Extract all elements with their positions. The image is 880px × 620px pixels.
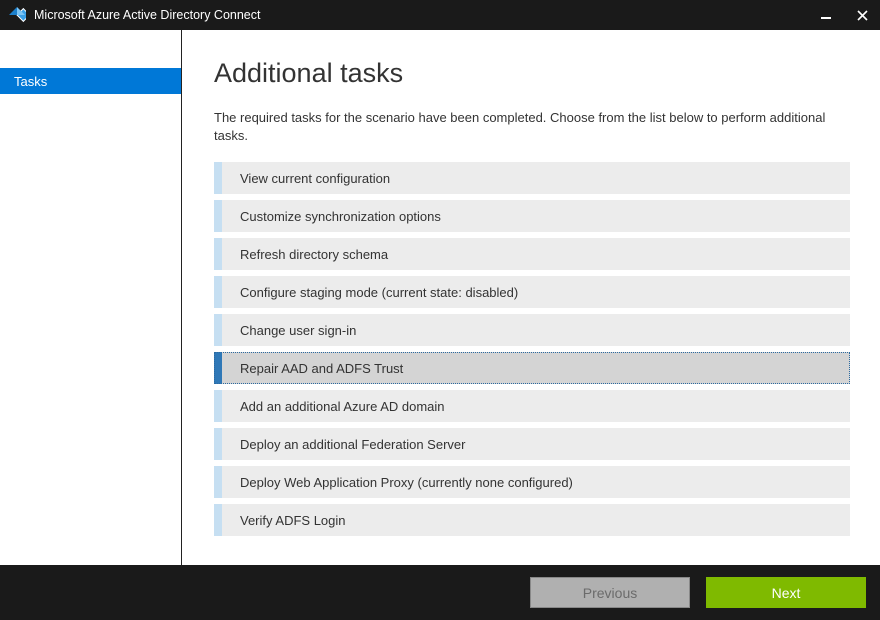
- task-list: View current configuration Customize sync…: [214, 162, 850, 536]
- task-stripe: [214, 466, 222, 498]
- titlebar: Microsoft Azure Active Directory Connect: [0, 0, 880, 30]
- task-label: Add an additional Azure AD domain: [240, 399, 445, 414]
- task-item[interactable]: Deploy an additional Federation Server: [214, 428, 850, 460]
- app-icon: [2, 0, 32, 30]
- next-button[interactable]: Next: [706, 577, 866, 608]
- close-button[interactable]: [844, 0, 880, 30]
- task-label: Refresh directory schema: [240, 247, 388, 262]
- task-stripe: [214, 314, 222, 346]
- task-label: Customize synchronization options: [240, 209, 441, 224]
- sidebar: Tasks: [0, 30, 182, 565]
- sidebar-item-label: Tasks: [14, 74, 47, 89]
- task-stripe: [214, 352, 222, 384]
- intro-text: The required tasks for the scenario have…: [214, 109, 850, 144]
- task-label: Configure staging mode (current state: d…: [240, 285, 518, 300]
- task-item[interactable]: View current configuration: [214, 162, 850, 194]
- sidebar-item-tasks[interactable]: Tasks: [0, 68, 181, 94]
- task-item[interactable]: Customize synchronization options: [214, 200, 850, 232]
- task-label: Verify ADFS Login: [240, 513, 346, 528]
- footer: Previous Next: [0, 565, 880, 620]
- task-item[interactable]: Deploy Web Application Proxy (currently …: [214, 466, 850, 498]
- task-stripe: [214, 200, 222, 232]
- task-stripe: [214, 390, 222, 422]
- page-title: Additional tasks: [214, 58, 850, 89]
- task-label: Deploy an additional Federation Server: [240, 437, 465, 452]
- task-label: Deploy Web Application Proxy (currently …: [240, 475, 573, 490]
- task-item[interactable]: Change user sign-in: [214, 314, 850, 346]
- previous-button: Previous: [530, 577, 690, 608]
- task-label: Repair AAD and ADFS Trust: [240, 361, 403, 376]
- task-stripe: [214, 428, 222, 460]
- task-stripe: [214, 276, 222, 308]
- task-label: View current configuration: [240, 171, 390, 186]
- main-panel: Additional tasks The required tasks for …: [182, 30, 880, 565]
- task-stripe: [214, 238, 222, 270]
- app-title: Microsoft Azure Active Directory Connect: [34, 8, 260, 22]
- task-item[interactable]: Verify ADFS Login: [214, 504, 850, 536]
- task-stripe: [214, 504, 222, 536]
- task-item[interactable]: Refresh directory schema: [214, 238, 850, 270]
- task-item[interactable]: Add an additional Azure AD domain: [214, 390, 850, 422]
- minimize-button[interactable]: [808, 0, 844, 30]
- task-stripe: [214, 162, 222, 194]
- task-item[interactable]: Configure staging mode (current state: d…: [214, 276, 850, 308]
- task-item[interactable]: Repair AAD and ADFS Trust: [214, 352, 850, 384]
- task-label: Change user sign-in: [240, 323, 356, 338]
